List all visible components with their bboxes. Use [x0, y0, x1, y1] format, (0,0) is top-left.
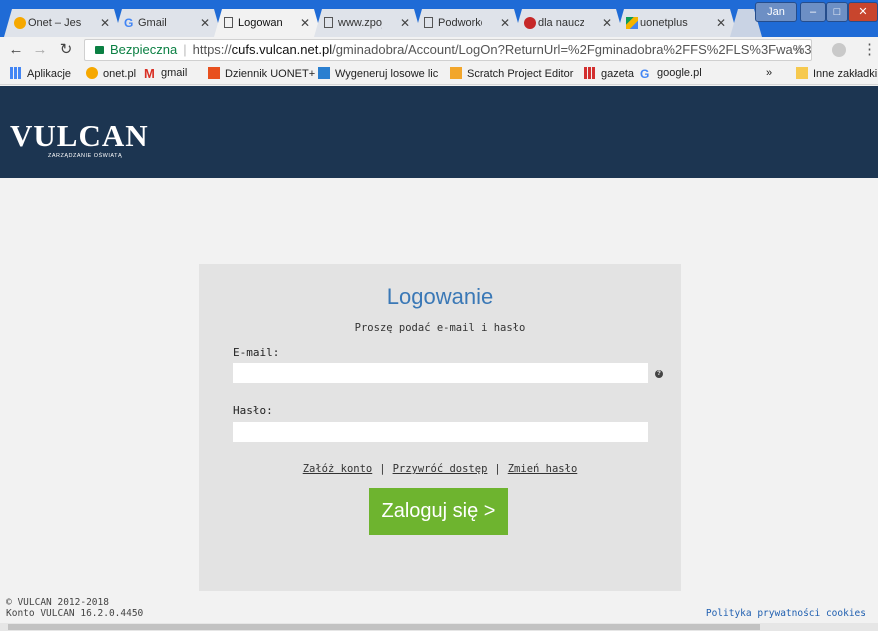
- close-icon[interactable]: ✕: [200, 9, 210, 37]
- login-panel: Logowanie Proszę podać e-mail i hasło E-…: [199, 264, 681, 591]
- site-header: VULCAN ZARZĄDZANIE OŚWIATĄ: [0, 86, 878, 178]
- bookmark-scratch[interactable]: Scratch Project Editor: [450, 67, 573, 80]
- random-icon: [318, 67, 330, 79]
- bookmark-wygeneruj[interactable]: Wygeneruj losowe lic: [318, 67, 438, 80]
- bookmark-google[interactable]: Ggoogle.pl: [640, 67, 702, 80]
- bookmark-gazeta[interactable]: gazeta: [584, 67, 634, 80]
- tab-dla-nauczycieli[interactable]: dla nauczy ✕: [514, 9, 624, 37]
- scrollbar-thumb[interactable]: [8, 624, 760, 630]
- help-icon[interactable]: ?: [655, 370, 663, 378]
- url-text: https://cufs.vulcan.net.pl/gminadobra/Ac…: [192, 42, 812, 57]
- bookmark-dziennik[interactable]: Dziennik UONET+: [208, 67, 315, 80]
- account-links: Załóż konto | Przywróć dostęp | Zmień hasło: [302, 463, 578, 475]
- copyright-text: © VULCAN 2012-2018: [6, 597, 109, 608]
- version-text: Konto VULCAN 16.2.0.4450: [6, 608, 144, 619]
- page-icon: [324, 17, 333, 28]
- gazeta-icon: [584, 67, 596, 79]
- bookmark-aplikacje[interactable]: Aplikacje: [10, 67, 71, 80]
- browser-menu-icon[interactable]: ⋮: [862, 40, 877, 58]
- extension-icon[interactable]: [832, 43, 846, 57]
- close-icon[interactable]: ✕: [100, 9, 110, 37]
- user-profile-badge[interactable]: Jan: [755, 2, 797, 22]
- vulcan-logo[interactable]: VULCAN: [10, 118, 149, 154]
- page-title: Logowanie: [386, 284, 494, 309]
- email-field[interactable]: [233, 363, 648, 383]
- window-close-icon[interactable]: ✕: [848, 2, 878, 22]
- footer-info: © VULCAN 2012-2018 Konto VULCAN 16.2.0.4…: [6, 597, 143, 619]
- email-label: E-mail:: [233, 346, 280, 359]
- tab-uonetplus[interactable]: uonetplus ✕: [616, 9, 738, 37]
- login-button[interactable]: Zaloguj się >: [369, 488, 508, 535]
- apple-icon: [524, 17, 536, 29]
- google-icon: G: [124, 16, 134, 30]
- tab-podworko[interactable]: Podworko ✕: [414, 9, 522, 37]
- tab-logowanie[interactable]: Logowani ✕: [214, 9, 322, 37]
- login-instructions: Proszę podać e-mail i hasło: [354, 322, 526, 334]
- close-icon[interactable]: ✕: [602, 9, 612, 37]
- apps-grid-icon: [10, 67, 22, 79]
- address-toolbar: ← → ↻ Bezpieczna | https://cufs.vulcan.net…: [0, 37, 878, 63]
- bookmarks-bar: Aplikacje onet.pl Mgmail Dziennik UONET+…: [0, 63, 878, 85]
- close-icon[interactable]: ✕: [500, 9, 510, 37]
- tab-zpoj[interactable]: www.zpoj ✕: [314, 9, 422, 37]
- back-arrow-icon[interactable]: ←: [6, 40, 26, 60]
- browser-tab-strip: Onet – Jes ✕ G Gmail ✕ Logowani ✕ www.zp…: [0, 0, 878, 37]
- maximize-icon[interactable]: □: [826, 2, 848, 22]
- change-password-link[interactable]: Zmień hasło: [508, 463, 578, 475]
- address-bar[interactable]: Bezpieczna | https://cufs.vulcan.net.pl/gm…: [84, 39, 812, 61]
- logo-tagline: ZARZĄDZANIE OŚWIATĄ: [48, 153, 123, 159]
- scratch-icon: [450, 67, 462, 79]
- drive-icon: [626, 17, 638, 29]
- password-field[interactable]: [233, 422, 648, 442]
- tab-onet[interactable]: Onet – Jes ✕: [4, 9, 122, 37]
- lock-icon: [95, 46, 104, 54]
- forward-arrow-icon[interactable]: →: [30, 40, 50, 60]
- close-icon[interactable]: ✕: [300, 9, 310, 37]
- dziennik-icon: [208, 67, 220, 79]
- privacy-policy-link[interactable]: Polityka prywatności cookies: [706, 608, 866, 619]
- reload-icon[interactable]: ↻: [56, 40, 76, 60]
- bookmarks-overflow-button[interactable]: »: [766, 67, 772, 79]
- bookmark-gmail[interactable]: Mgmail: [144, 67, 187, 80]
- password-label: Hasło:: [233, 404, 273, 417]
- bookmark-onet[interactable]: onet.pl: [86, 67, 136, 80]
- bookmark-star-icon[interactable]: ☆: [793, 40, 805, 60]
- secure-label: Bezpieczna: [110, 42, 178, 57]
- gmail-icon: M: [144, 66, 155, 81]
- horizontal-scrollbar[interactable]: [0, 623, 878, 631]
- tab-gmail[interactable]: G Gmail ✕: [114, 9, 222, 37]
- page-icon: [224, 17, 233, 28]
- close-icon[interactable]: ✕: [400, 9, 410, 37]
- google-icon: G: [640, 67, 650, 81]
- register-link[interactable]: Załóż konto: [303, 463, 373, 475]
- page-icon: [424, 17, 433, 28]
- minimize-icon[interactable]: –: [800, 2, 826, 22]
- close-icon[interactable]: ✕: [716, 9, 726, 37]
- onet-icon: [14, 17, 26, 29]
- bookmark-other[interactable]: Inne zakładki: [796, 67, 877, 80]
- folder-icon: [796, 67, 808, 79]
- onet-icon: [86, 67, 98, 79]
- restore-access-link[interactable]: Przywróć dostęp: [393, 463, 488, 475]
